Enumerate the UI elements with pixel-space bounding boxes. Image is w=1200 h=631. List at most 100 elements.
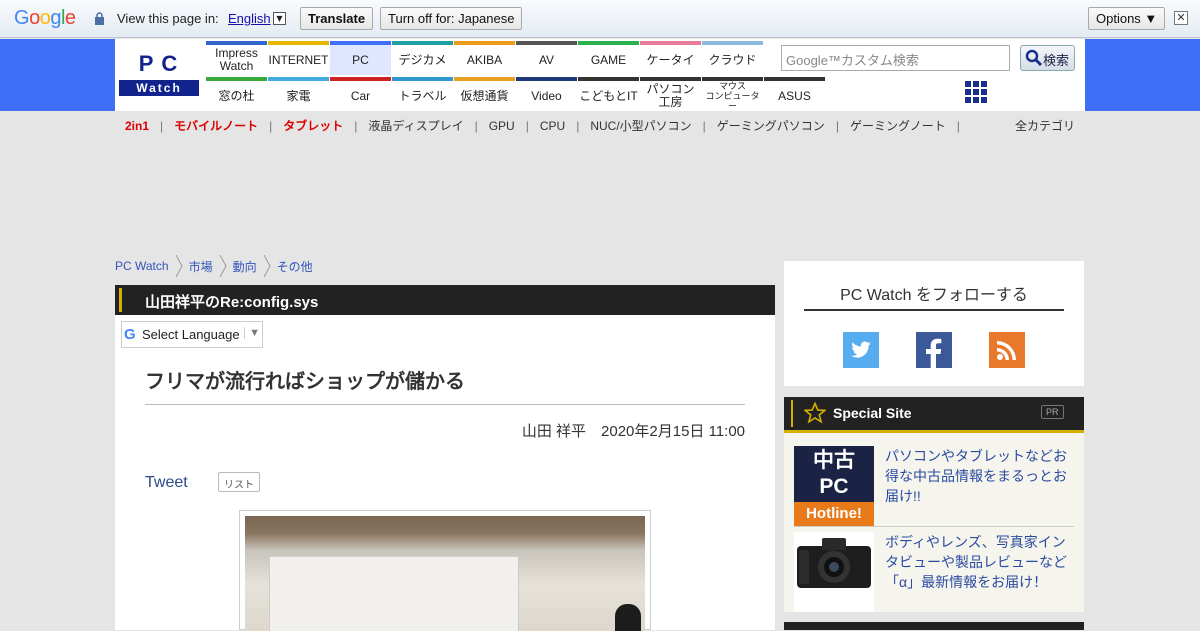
- thumb-line3: Hotline!: [794, 502, 874, 526]
- nav-item[interactable]: 窓の杜: [206, 77, 267, 111]
- nav-item[interactable]: ASUS: [764, 77, 825, 111]
- category-link[interactable]: ゲーミングノート: [850, 119, 946, 133]
- category-link[interactable]: CPU: [540, 119, 565, 133]
- nav-item[interactable]: AKIBA: [454, 41, 515, 75]
- article-photo[interactable]: [239, 510, 651, 631]
- rss-icon[interactable]: [989, 332, 1025, 368]
- search-input[interactable]: Google™カスタム検索: [781, 45, 1010, 71]
- nav-item[interactable]: マウス コンピューター: [702, 77, 763, 111]
- chevron-right-icon: [263, 255, 271, 277]
- nav-item[interactable]: INTERNET: [268, 41, 329, 75]
- nav-item[interactable]: GAME: [578, 41, 639, 75]
- category-separator: |: [269, 119, 273, 133]
- chevron-right-icon: [219, 255, 227, 277]
- twitter-icon[interactable]: [843, 332, 879, 368]
- title-divider: [145, 404, 745, 405]
- breadcrumb: PC Watch 市場 動向 その他: [115, 255, 313, 277]
- select-language-label: Select Language: [142, 327, 240, 342]
- all-categories-link[interactable]: 全カテゴリ: [1015, 117, 1075, 134]
- star-icon: [804, 402, 826, 424]
- search-button-label: 検索: [1043, 53, 1070, 68]
- special-item-text: パソコンやタブレットなどお得な中古品情報をまるっとお届け!!: [885, 448, 1067, 504]
- nav-item[interactable]: Impress Watch: [206, 41, 267, 75]
- breadcrumb-item[interactable]: PC Watch: [115, 259, 169, 273]
- view-page-label: View this page in:: [117, 11, 219, 26]
- translate-button[interactable]: Translate: [300, 7, 374, 30]
- category-separator: |: [576, 119, 580, 133]
- thumb-line1: 中古: [813, 449, 855, 472]
- article-main: 山田祥平のRe:config.sys G Select Language ▼ フ…: [115, 285, 775, 631]
- pc-watch-logo[interactable]: PC Watch: [119, 50, 199, 96]
- turn-off-button[interactable]: Turn off for: Japanese: [380, 7, 523, 30]
- logo-watch-text: Watch: [136, 81, 182, 95]
- series-header[interactable]: 山田祥平のRe:config.sys: [115, 285, 775, 315]
- search-icon: [1025, 49, 1043, 67]
- category-link[interactable]: ゲーミングパソコン: [717, 119, 825, 133]
- google-g-icon: G: [124, 326, 136, 343]
- nav-item[interactable]: Video: [516, 77, 577, 111]
- category-separator: |: [354, 119, 358, 133]
- breadcrumb-item[interactable]: 市場: [189, 258, 213, 275]
- logo-pc-text: PC: [119, 50, 199, 80]
- facebook-icon[interactable]: [916, 332, 952, 368]
- category-separator: |: [525, 119, 529, 133]
- nav-item[interactable]: Car: [330, 77, 391, 111]
- select-language-dropdown[interactable]: G Select Language ▼: [121, 321, 263, 348]
- impress-site-link[interactable]: Impress サイト: [965, 81, 1075, 103]
- special-divider: [794, 526, 1074, 527]
- thumb-line2: PC: [819, 475, 849, 498]
- category-separator: |: [956, 119, 960, 133]
- category-separator: |: [160, 119, 164, 133]
- special-site-title: Special Site: [833, 405, 912, 421]
- category-link[interactable]: タブレット: [283, 119, 343, 133]
- chevron-down-icon: ▼: [244, 327, 260, 339]
- presentation-slide: [269, 556, 519, 631]
- special-site-box: Special Site PR 中古 PC Hotline! パソコンやタブレッ…: [784, 397, 1084, 612]
- category-separator: |: [835, 119, 839, 133]
- options-button[interactable]: Options ▼: [1088, 7, 1166, 30]
- follow-box: PC Watch をフォローする: [784, 261, 1084, 386]
- special-item-text: ボディやレンズ、写真家インタビューや製品レビューなど「α」最新情報をお届け！: [885, 534, 1067, 590]
- category-link[interactable]: GPU: [489, 119, 515, 133]
- follow-title: PC Watch をフォローする: [840, 287, 1028, 304]
- translate-bar: Google View this page in: English ▼ Tran…: [0, 0, 1200, 38]
- category-link[interactable]: NUC/小型パソコン: [590, 119, 691, 133]
- lock-icon: [95, 12, 104, 25]
- chevron-right-icon: [175, 255, 183, 277]
- breadcrumb-item[interactable]: その他: [277, 258, 313, 275]
- nav-item[interactable]: こどもとIT: [578, 77, 639, 111]
- language-select[interactable]: English: [228, 11, 271, 26]
- category-bar: 2in1 | モバイルノート | タブレット | 液晶ディスプレイ | GPU | CPU | NUC/…: [125, 117, 971, 134]
- follow-divider: [804, 309, 1064, 311]
- nav-item[interactable]: ケータイ: [640, 41, 701, 75]
- special-site-header: Special Site PR: [784, 397, 1084, 433]
- search-button[interactable]: 検索: [1020, 45, 1075, 71]
- chevron-down-icon[interactable]: ▼: [273, 12, 286, 25]
- google-logo: Google: [14, 7, 76, 29]
- nav-item[interactable]: トラベル: [392, 77, 453, 111]
- presenter: [615, 604, 641, 631]
- nav-item[interactable]: 家電: [268, 77, 329, 111]
- close-icon[interactable]: ✕: [1174, 11, 1188, 25]
- next-section-header: [784, 622, 1084, 630]
- nav-item[interactable]: AV: [516, 41, 577, 75]
- tweet-link[interactable]: Tweet: [145, 474, 188, 492]
- category-link[interactable]: モバイルノート: [174, 119, 258, 133]
- nav-item[interactable]: クラウド: [702, 41, 763, 75]
- camera-icon: [797, 538, 871, 588]
- nav-item[interactable]: デジカメ: [392, 41, 453, 75]
- grid-icon: [965, 81, 987, 103]
- pr-badge: PR: [1041, 405, 1064, 419]
- photo-image: [245, 516, 645, 631]
- camera-thumbnail: [794, 532, 874, 612]
- nav-item[interactable]: 仮想通貨: [454, 77, 515, 111]
- nav-item[interactable]: PC: [330, 41, 391, 75]
- site-header: PC Watch Impress Watch INTERNET PC デジカメ AKIB…: [0, 39, 1200, 111]
- nav-item[interactable]: パソコン 工房: [640, 77, 701, 111]
- category-link[interactable]: 液晶ディスプレイ: [368, 119, 463, 133]
- impress-site-label: Impress サイト: [993, 85, 1076, 100]
- hotline-thumbnail: 中古 PC Hotline!: [794, 446, 874, 526]
- list-tag-button[interactable]: リスト: [218, 472, 260, 492]
- category-link[interactable]: 2in1: [125, 119, 149, 133]
- breadcrumb-item[interactable]: 動向: [233, 258, 257, 275]
